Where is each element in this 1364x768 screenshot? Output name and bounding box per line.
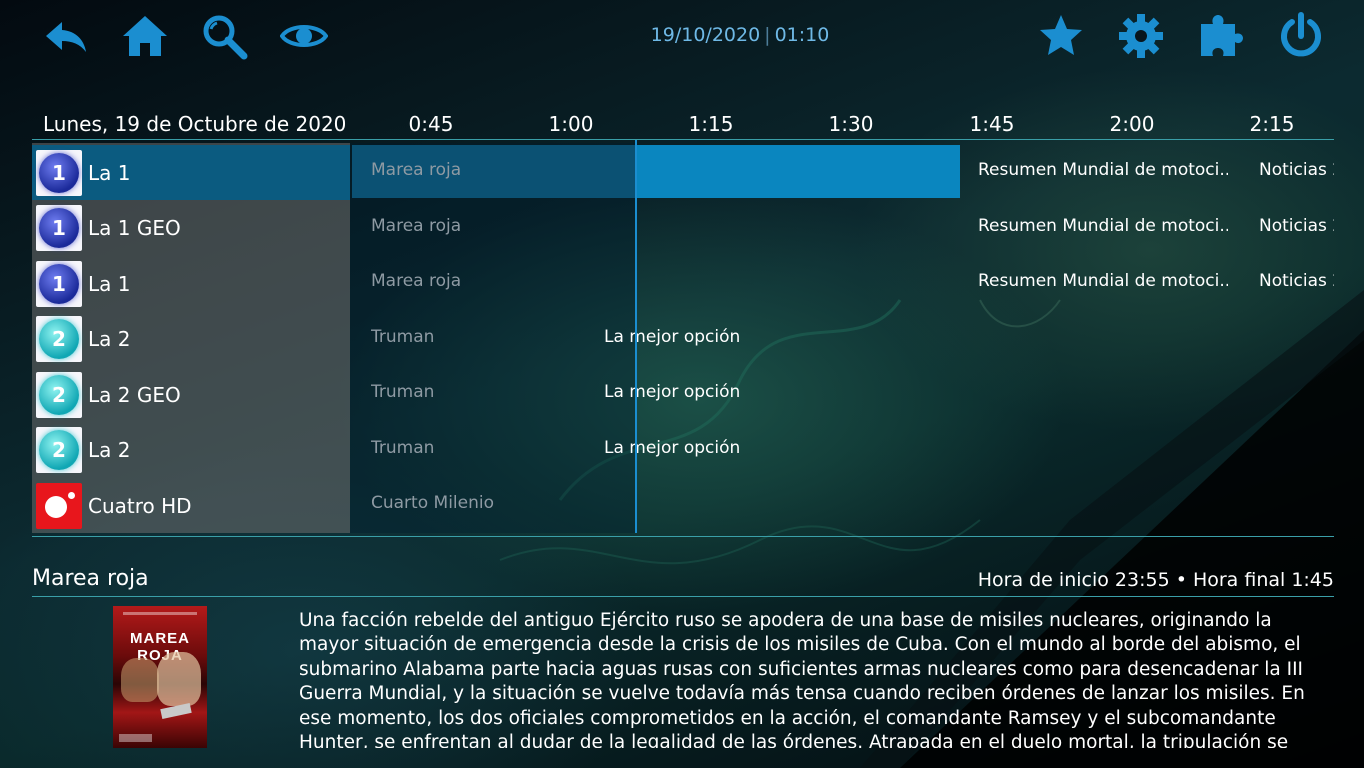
programme-cell[interactable]: Resumen Mundial de motoci... (978, 271, 1228, 291)
programme-cell[interactable]: Marea roja (371, 271, 461, 291)
poster-tagline (123, 612, 197, 615)
channel-logo-number: 2 (39, 429, 79, 470)
timeslot-label: 1:00 (548, 112, 594, 136)
programme-grid: Marea roja Resumen Mundial de motoci... … (350, 143, 1334, 533)
channel-logo: 2 (36, 426, 82, 473)
poster-figure (157, 652, 201, 706)
timeslot-label: 1:15 (688, 112, 734, 136)
gear-icon (1119, 14, 1163, 58)
programme-cell[interactable]: Noticias 24 (1259, 271, 1334, 291)
programme-cell[interactable]: Resumen Mundial de motoci... (978, 160, 1228, 180)
channel-name: La 2 (88, 326, 131, 351)
programme-times: Hora de inicio 23:55 • Hora final 1:45 (977, 569, 1334, 591)
channel-name: La 2 GEO (88, 382, 181, 407)
channel-logo-number: 2 (39, 318, 79, 359)
cuatro-logo (36, 482, 82, 529)
settings-button[interactable] (1117, 12, 1165, 60)
channel-name: La 1 (88, 271, 131, 296)
addons-button[interactable] (1197, 12, 1245, 60)
channel-row[interactable]: 2 La 2 (32, 422, 350, 477)
search-icon (203, 15, 248, 60)
channel-row[interactable]: 1 La 1 (32, 256, 350, 311)
favourites-button[interactable] (1037, 12, 1085, 60)
home-icon (123, 16, 167, 56)
view-button[interactable] (280, 12, 328, 60)
channel-logo: 1 (36, 260, 82, 307)
programme-cell[interactable]: Truman (371, 438, 434, 458)
programme-cell[interactable]: La mejor opción (604, 438, 740, 458)
channel-name: Cuatro HD (88, 493, 192, 518)
programme-title: Marea roja (32, 566, 149, 591)
timeslot-label: 2:15 (1249, 112, 1295, 136)
channel-logo: 2 (36, 315, 82, 362)
channel-logo: 1 (36, 204, 82, 251)
channel-logo: 2 (36, 371, 82, 418)
programme-description: Una facción rebelde del antiguo Ejército… (299, 610, 1305, 748)
channel-logo-number: 2 (39, 374, 79, 415)
guide-date: Lunes, 19 de Octubre de 2020 (43, 112, 347, 136)
channel-logo-number: 1 (39, 207, 79, 248)
power-button[interactable] (1277, 12, 1325, 60)
channel-row[interactable]: 2 La 2 (32, 311, 350, 366)
date-time: 19/10/2020 | 01:10 (540, 24, 940, 46)
power-icon (1281, 12, 1321, 57)
current-time: 01:10 (774, 24, 830, 46)
puzzle-icon (1201, 15, 1243, 56)
programme-cell[interactable]: Truman (371, 327, 434, 347)
programme-cell[interactable]: Noticias 24 (1259, 216, 1334, 236)
channel-name: La 1 GEO (88, 215, 181, 240)
star-icon (1040, 15, 1082, 55)
timeslot-label: 0:45 (408, 112, 454, 136)
channel-row[interactable]: 1 La 1 GEO (32, 200, 350, 255)
header-divider (32, 139, 1334, 140)
poster-figure (121, 658, 159, 702)
info-title-divider (32, 596, 1334, 597)
channel-row[interactable]: Cuatro HD (32, 478, 350, 533)
cuatro-logo-dot (68, 491, 75, 499)
back-arrow-icon (46, 22, 86, 52)
channel-row[interactable]: 1 La 1 (32, 145, 350, 200)
programme-cell[interactable]: Marea roja (371, 160, 461, 180)
timeslot-label: 1:45 (969, 112, 1015, 136)
timeslot-label: 1:30 (828, 112, 874, 136)
home-button[interactable] (121, 12, 169, 60)
timeslot-label: 2:00 (1109, 112, 1155, 136)
eye-icon (280, 25, 328, 47)
channel-name: La 2 (88, 437, 131, 462)
channel-row[interactable]: 2 La 2 GEO (32, 367, 350, 422)
channel-logo-number: 1 (39, 152, 79, 193)
channel-list: 1 La 1 1 La 1 GEO 1 La 1 2 La 2 2 La 2 G… (32, 143, 350, 533)
search-button[interactable] (200, 12, 248, 60)
programme-cell[interactable]: Noticias 24 (1259, 160, 1334, 180)
channel-logo-number: 1 (39, 263, 79, 304)
current-time-indicator (635, 140, 637, 533)
programme-cell[interactable]: La mejor opción (604, 382, 740, 402)
programme-cell[interactable]: Marea roja (371, 216, 461, 236)
programme-cell[interactable]: La mejor opción (604, 327, 740, 347)
cuatro-logo-circle (45, 495, 67, 518)
programme-cell[interactable]: Cuarto Milenio (371, 493, 494, 513)
channel-name: La 1 (88, 160, 131, 185)
programme-cell[interactable]: Resumen Mundial de motoci... (978, 216, 1228, 236)
poster-dogtag (160, 702, 192, 720)
current-date: 19/10/2020 (650, 24, 761, 46)
channel-logo: 1 (36, 149, 82, 196)
poster-credits (119, 734, 201, 742)
info-divider (32, 536, 1334, 537)
back-button[interactable] (42, 12, 90, 60)
date-time-separator: | (764, 24, 771, 46)
programme-cell[interactable]: Truman (371, 382, 434, 402)
programme-poster: MAREA ROJA (113, 606, 207, 748)
